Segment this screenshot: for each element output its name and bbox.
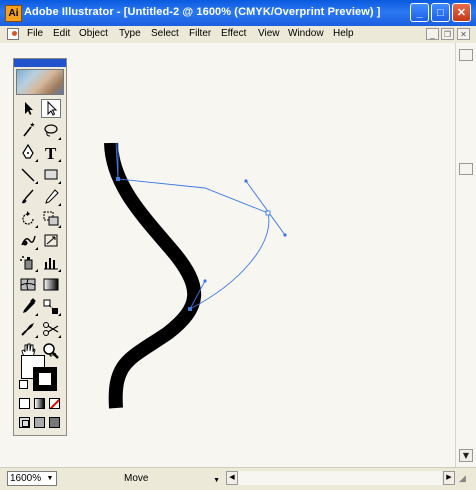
- pencil-tool[interactable]: [41, 187, 61, 206]
- mesh-icon: [20, 278, 36, 291]
- scroll-thumb[interactable]: [459, 49, 473, 61]
- maximize-button[interactable]: □: [431, 3, 450, 22]
- zoom-level-field[interactable]: 1600% ▼: [7, 471, 57, 486]
- symbol-sprayer-tool[interactable]: [18, 253, 38, 272]
- menu-select[interactable]: Select: [151, 28, 179, 39]
- menu-window[interactable]: Window: [288, 28, 324, 39]
- default-colors-icon[interactable]: [19, 380, 28, 389]
- arrow-icon: [25, 102, 33, 115]
- doc-restore-button[interactable]: ❐: [441, 28, 454, 40]
- menu-filter[interactable]: Filter: [189, 28, 211, 39]
- title-bar: Ai Adobe Illustrator - [Untitled-2 @ 160…: [0, 0, 476, 26]
- menu-bar: File Edit Object Type Select Filter Effe…: [0, 26, 476, 44]
- column-graph-tool[interactable]: [41, 253, 61, 272]
- rotate-tool[interactable]: [18, 209, 38, 228]
- close-button[interactable]: ✕: [452, 3, 471, 22]
- pen-tool[interactable]: [18, 143, 38, 162]
- direct-selection-tool[interactable]: [41, 99, 61, 118]
- standard-screen-icon[interactable]: [19, 417, 30, 428]
- doc-close-button[interactable]: ✕: [457, 28, 470, 40]
- none-mode-icon[interactable]: [49, 398, 60, 409]
- menu-effect[interactable]: Effect: [221, 28, 246, 39]
- screen-mode-buttons: [19, 416, 63, 430]
- menu-view[interactable]: View: [258, 28, 280, 39]
- status-mode-label: Move: [124, 473, 149, 484]
- chevron-down-icon[interactable]: ▼: [45, 473, 55, 484]
- color-mode-icon[interactable]: [19, 398, 30, 409]
- scroll-right-arrow[interactable]: ▶: [443, 471, 455, 485]
- color-mode-buttons: [19, 397, 63, 411]
- illustrator-app-icon[interactable]: Ai: [5, 5, 22, 22]
- menu-type[interactable]: Type: [119, 28, 141, 39]
- direction-handle-line: [245, 180, 286, 236]
- menu-help[interactable]: Help: [333, 28, 354, 39]
- paintbrush-tool[interactable]: [18, 187, 38, 206]
- status-bar: 1600% ▼ Move ▼ ◀ ▶ ◢: [0, 467, 476, 490]
- vertical-scrollbar[interactable]: ▼: [455, 43, 476, 467]
- artwork-svg: [104, 142, 287, 409]
- gradient-mode-icon[interactable]: [34, 398, 45, 409]
- swap-fill-stroke-icon[interactable]: ↩: [49, 351, 57, 361]
- full-screen-menu-icon[interactable]: [34, 417, 45, 428]
- lasso-tool[interactable]: [41, 121, 61, 140]
- menu-file[interactable]: File: [27, 28, 43, 39]
- svg-text:T: T: [45, 144, 57, 162]
- scroll-down-arrow[interactable]: ▼: [459, 449, 473, 462]
- handle-point[interactable]: [283, 233, 287, 237]
- handle-point[interactable]: [244, 179, 248, 183]
- gradient-tool[interactable]: [41, 275, 61, 294]
- line-segment-tool[interactable]: [18, 165, 38, 184]
- scroll-thumb[interactable]: [459, 163, 473, 175]
- slice-tool[interactable]: [18, 319, 38, 338]
- free-transform-icon: [44, 234, 58, 247]
- rectangle-tool[interactable]: [41, 165, 61, 184]
- doc-minimize-button[interactable]: _: [426, 28, 439, 40]
- status-mode-menu[interactable]: Move ▼: [64, 471, 222, 486]
- magic-wand-tool[interactable]: [18, 121, 38, 140]
- handle-point[interactable]: [203, 279, 207, 283]
- minimize-button[interactable]: _: [410, 3, 429, 22]
- toolbox-panel: T ↩: [13, 58, 67, 436]
- anchor-point[interactable]: [116, 177, 120, 181]
- fill-stroke-controls: ↩: [19, 351, 59, 393]
- warp-tool[interactable]: [18, 231, 38, 250]
- anchor-point[interactable]: [188, 307, 192, 311]
- gradient-icon: [43, 278, 59, 291]
- window-title: Adobe Illustrator - [Untitled-2 @ 1600% …: [24, 6, 381, 18]
- illustrator-logo[interactable]: [16, 69, 64, 95]
- free-transform-tool[interactable]: [41, 231, 61, 250]
- stroke-swatch[interactable]: [33, 367, 57, 391]
- hollow-arrow-icon: [47, 100, 58, 116]
- selection-tool[interactable]: [18, 99, 38, 118]
- horizontal-scrollbar[interactable]: [238, 471, 442, 485]
- menu-object[interactable]: Object: [79, 28, 108, 39]
- type-tool[interactable]: T: [41, 143, 61, 162]
- full-screen-icon[interactable]: [49, 417, 60, 428]
- eyedropper-tool[interactable]: [18, 297, 38, 316]
- blend-tool[interactable]: [41, 297, 61, 316]
- menu-edit[interactable]: Edit: [53, 28, 70, 39]
- brush-icon: [22, 189, 34, 204]
- artboard-canvas[interactable]: [0, 43, 455, 467]
- scroll-left-arrow[interactable]: ◀: [226, 471, 238, 485]
- chevron-down-icon[interactable]: ▼: [213, 473, 220, 488]
- anchor-point[interactable]: [265, 210, 271, 216]
- document-icon[interactable]: [7, 28, 19, 40]
- mesh-tool[interactable]: [18, 275, 38, 294]
- magic-wand-icon: [23, 122, 35, 137]
- resize-grip[interactable]: ◢: [459, 473, 473, 487]
- scissors-tool[interactable]: [41, 319, 61, 338]
- toolbox-titlebar[interactable]: [14, 59, 66, 67]
- zoom-level-value: 1600%: [10, 473, 42, 484]
- scale-tool[interactable]: [41, 209, 61, 228]
